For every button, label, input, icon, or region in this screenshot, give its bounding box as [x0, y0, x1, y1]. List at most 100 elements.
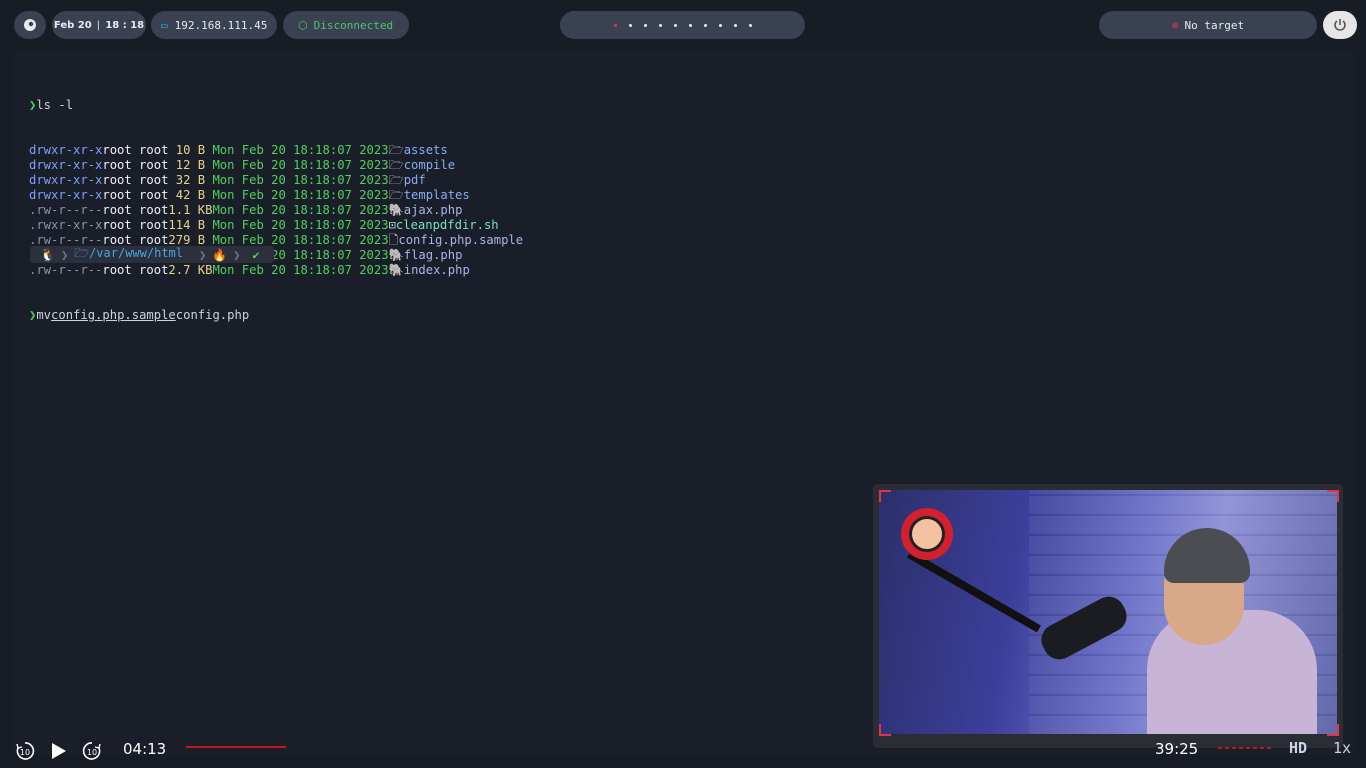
permissions: drwxr-xr-x — [29, 173, 103, 187]
modified-date: Mon Feb 20 18:18:07 2023 — [212, 188, 389, 202]
file-name: ajax.php — [403, 203, 463, 217]
workspace-dot-2[interactable] — [628, 23, 632, 27]
ls-row: drwxr-xr-x root root 10 B Mon Feb 20 18:… — [29, 143, 523, 158]
current-time: 04:13 — [123, 740, 167, 758]
mic-arm — [907, 550, 1041, 633]
video-player-controls: 10 10 04:13 39:25 — [0, 734, 1366, 768]
rewind-icon: 10 — [16, 742, 35, 760]
command-line-1: ❯ ls -l — [29, 98, 523, 113]
workspace-dot-10[interactable] — [748, 23, 752, 27]
owner-group: root root — [102, 188, 169, 202]
separator: | — [96, 19, 101, 31]
ls-row: .rwxr-xr-x root root 114 B Mon Feb 20 18… — [29, 218, 523, 233]
file-name: compile — [403, 158, 456, 172]
status-ok-icon: ✔ — [252, 247, 260, 262]
command-name: mv — [36, 308, 52, 322]
time-text: 18 : 18 — [105, 19, 145, 31]
power-button[interactable] — [1323, 11, 1357, 39]
permissions: .rw-r--r-- — [29, 203, 103, 217]
ip-widget[interactable]: ▭ 192.168.111.45 — [151, 11, 277, 39]
quality-button[interactable]: HD — [1289, 739, 1307, 757]
file-name: assets — [403, 143, 448, 157]
rewind-10-button[interactable]: 10 — [14, 741, 36, 761]
forward-seconds: 10 — [87, 748, 97, 757]
file-type-icon: 🗁 — [388, 173, 404, 187]
owner-group: root root — [102, 218, 169, 232]
workspace-switcher[interactable] — [560, 11, 805, 39]
prompt-symbol: ❯ — [29, 98, 37, 112]
file-name: config.php.sample — [398, 233, 524, 247]
speed-button[interactable]: 1x — [1333, 739, 1351, 757]
file-type-icon: ⊡ — [388, 218, 396, 232]
file-type-icon: 🗋 — [388, 233, 399, 247]
forward-10-button[interactable]: 10 — [81, 741, 103, 761]
forward-icon: 10 — [82, 742, 101, 760]
modified-date: Mon Feb 20 18:18:07 2023 — [212, 158, 389, 172]
current-path: 🗁/var/www/html — [74, 244, 183, 265]
frame-corner — [1327, 490, 1339, 502]
crosshair-icon: ⊗ — [1171, 18, 1179, 32]
workspace-dot-7[interactable] — [703, 23, 707, 27]
ls-row: .rw-r--r-- root root 2.7 KB Mon Feb 20 1… — [29, 263, 523, 278]
monitor-icon: ▭ — [161, 18, 168, 32]
owner-group: root root — [102, 263, 169, 277]
parrot-icon — [24, 19, 36, 31]
modified-date: Mon Feb 20 18:18:07 2023 — [212, 218, 389, 232]
command-arg-dest: config.php — [175, 308, 250, 322]
vpn-status-widget[interactable]: ⬡ Disconnected — [283, 11, 409, 39]
modified-date: Mon Feb 20 18:18:07 2023 — [212, 203, 389, 217]
command-line-2[interactable]: ❯ mv config.php.sample config.php — [29, 308, 523, 323]
file-size: 32 B — [168, 173, 213, 187]
target-widget[interactable]: ⊗ No target — [1099, 11, 1317, 39]
terminal-output[interactable]: ❯ ls -l drwxr-xr-x root root 10 B Mon Fe… — [29, 68, 523, 338]
file-type-icon: 🐘 — [388, 263, 404, 277]
play-button[interactable] — [47, 741, 69, 761]
modified-date: Mon Feb 20 18:18:07 2023 — [212, 173, 389, 187]
file-size: 2.7 KB — [168, 263, 213, 277]
webcam-feed — [879, 490, 1337, 734]
ip-text: 192.168.111.45 — [174, 18, 268, 32]
file-type-icon: 🗁 — [388, 143, 404, 157]
ls-row: drwxr-xr-x root root 42 B Mon Feb 20 18:… — [29, 188, 523, 203]
chevron-right-icon: ❯ — [233, 247, 241, 262]
prompt-segment-bar: 🐧 ❯ 🗁/var/www/html ❯ 🔥 ❯ ✔ — [30, 246, 274, 263]
command-arg-source: config.php.sample — [51, 308, 176, 322]
remaining-time: 39:25 — [1155, 740, 1199, 758]
workspace-dot-5[interactable] — [673, 23, 677, 27]
ls-row: drwxr-xr-x root root 12 B Mon Feb 20 18:… — [29, 158, 523, 173]
permissions: drwxr-xr-x — [29, 188, 103, 202]
owner-group: root root — [102, 173, 169, 187]
owner-group: root root — [102, 143, 169, 157]
file-size: 12 B — [168, 158, 213, 172]
path-text: /var/www/html — [89, 246, 183, 260]
permissions: drwxr-xr-x — [29, 158, 103, 172]
channel-logo-icon — [901, 508, 953, 560]
file-size: 42 B — [168, 188, 213, 202]
workspace-dot-9[interactable] — [733, 23, 737, 27]
workspace-dot-8[interactable] — [718, 23, 722, 27]
owner-group: root root — [102, 203, 169, 217]
play-icon — [52, 743, 66, 759]
vpn-status-text: Disconnected — [313, 18, 394, 32]
workspace-dot-6[interactable] — [688, 23, 692, 27]
frame-corner — [879, 490, 891, 502]
file-name: cleanpdfdir.sh — [395, 218, 499, 232]
workspace-dot-3[interactable] — [643, 23, 647, 27]
modified-date: Mon Feb 20 18:18:07 2023 — [212, 143, 389, 157]
power-icon — [1334, 19, 1346, 31]
prompt-symbol: ❯ — [29, 308, 37, 322]
permissions: drwxr-xr-x — [29, 143, 103, 157]
permissions: .rw-r--r-- — [29, 263, 103, 277]
linux-icon: 🐧 — [40, 247, 55, 262]
workspace-dot-4[interactable] — [658, 23, 662, 27]
progress-bar[interactable] — [186, 746, 286, 748]
clock-widget[interactable]: Feb 20 | 18 : 18 — [52, 11, 146, 39]
distro-logo-button[interactable] — [14, 11, 46, 39]
chevron-right-icon: ❯ — [60, 247, 69, 262]
file-size: 1.1 KB — [168, 203, 213, 217]
buffer-indicator — [1218, 747, 1272, 749]
folder-icon: 🗁 — [74, 246, 90, 260]
logo-face — [909, 516, 945, 552]
workspace-dot-1[interactable] — [613, 23, 617, 27]
file-type-icon: 🗁 — [388, 158, 404, 172]
